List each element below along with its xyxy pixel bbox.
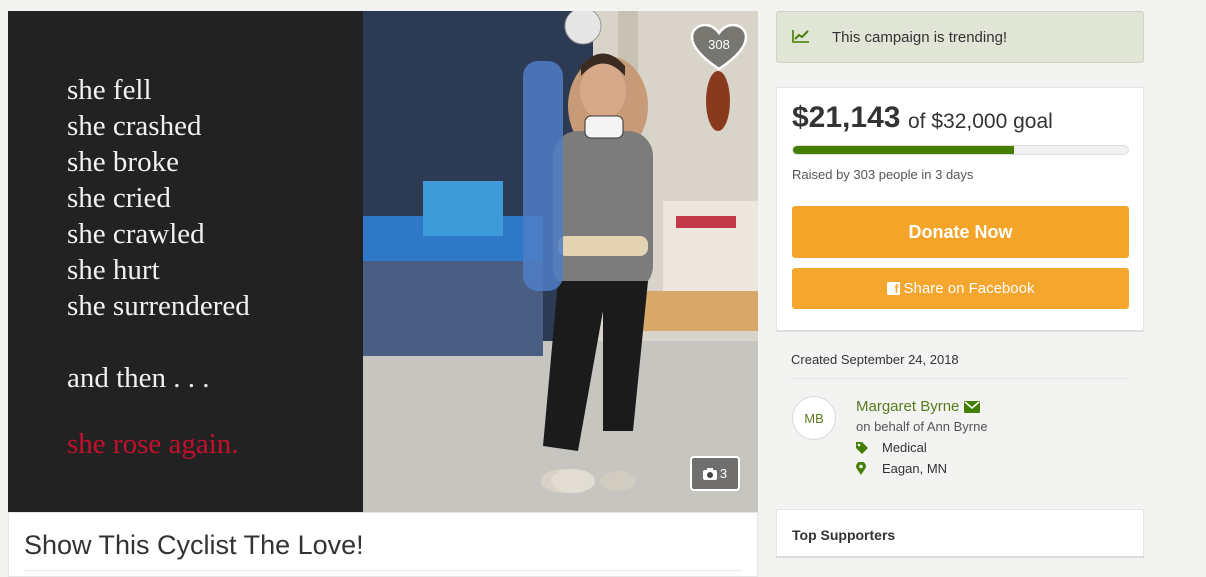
created-date: Created September 24, 2018: [791, 352, 959, 367]
campaign-title-card: Show This Cyclist The Love!: [8, 512, 758, 577]
goal-text: of $32,000 goal: [908, 110, 1053, 133]
donation-card: $21,143 of $32,000 goal Raised by 303 pe…: [776, 87, 1144, 332]
trending-chart-icon: [792, 30, 809, 43]
poem-line: she cried: [67, 182, 171, 214]
raised-text: Raised by 303 people in 3 days: [792, 167, 974, 182]
donate-now-button[interactable]: Donate Now: [792, 206, 1129, 258]
hero-photo-illustration: [363, 11, 758, 512]
share-facebook-button[interactable]: f Share on Facebook: [792, 268, 1129, 309]
facebook-icon: f: [886, 282, 900, 295]
photo-count: 3: [719, 466, 728, 481]
category-label: Medical: [882, 440, 927, 455]
divider: [791, 378, 1128, 379]
hero-photo: [363, 11, 758, 512]
campaign-page: she fell she crashed she broke she cried…: [0, 0, 1206, 577]
tag-icon: [856, 441, 868, 454]
poem-line: she hurt: [67, 254, 160, 286]
trending-banner: This campaign is trending!: [776, 11, 1144, 63]
top-supporters-title: Top Supporters: [792, 527, 896, 543]
envelope-icon[interactable]: [964, 400, 981, 413]
photo-gallery-button[interactable]: 3: [690, 456, 740, 491]
progress-bar-fill: [793, 146, 1015, 154]
location: Eagan, MN: [856, 461, 947, 476]
poem-line: she fell: [67, 74, 152, 106]
location-label: Eagan, MN: [882, 461, 948, 476]
share-facebook-label: Share on Facebook: [903, 280, 1035, 297]
category-link[interactable]: Medical: [856, 440, 927, 455]
top-supporters-card: Top Supporters: [776, 509, 1144, 558]
progress-bar: [792, 145, 1129, 155]
poem-line: she crashed: [67, 110, 202, 142]
campaign-title: Show This Cyclist The Love!: [24, 530, 364, 560]
poem-line: she broke: [67, 146, 179, 178]
campaign-hero-image[interactable]: she fell she crashed she broke she cried…: [8, 11, 758, 512]
heart-count: 308: [708, 37, 730, 52]
poem-line: she crawled: [67, 218, 205, 250]
poem-line-highlight: she rose again.: [67, 428, 239, 460]
raised-amount: $21,143: [792, 101, 901, 134]
divider: [24, 570, 742, 571]
organizer-name: Margaret Byrne: [856, 398, 960, 415]
poem-line: and then . . .: [67, 362, 210, 394]
poem-line: she surrendered: [67, 290, 250, 322]
organizer-name-link[interactable]: Margaret Byrne: [856, 398, 981, 415]
poem-panel: she fell she crashed she broke she cried…: [8, 11, 363, 512]
avatar[interactable]: MB: [792, 396, 836, 440]
beneficiary-text: on behalf of Ann Byrne: [856, 419, 988, 434]
map-marker-icon: [856, 462, 866, 475]
camera-icon: [702, 467, 717, 480]
trending-text: This campaign is trending!: [832, 29, 1008, 46]
